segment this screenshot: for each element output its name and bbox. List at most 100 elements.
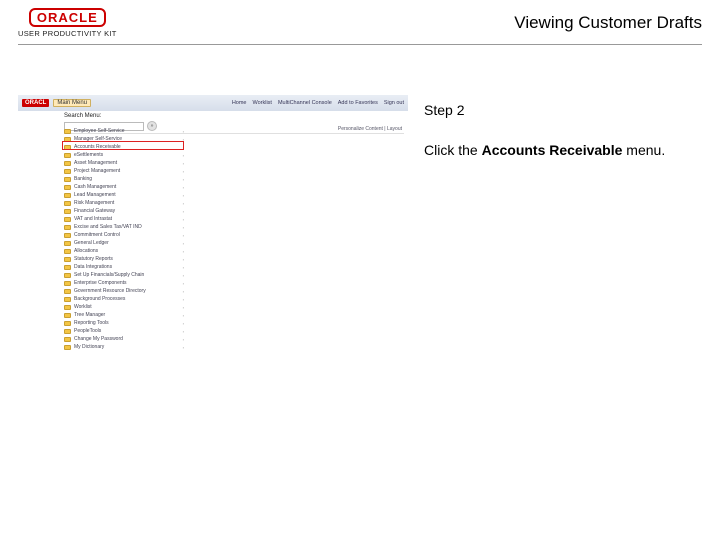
folder-icon: [64, 305, 71, 310]
folder-icon: [64, 233, 71, 238]
folder-icon: [64, 265, 71, 270]
menu-item[interactable]: eSettlements ›: [64, 151, 184, 159]
menu-item-label: Financial Gateway: [74, 208, 115, 214]
menu-item[interactable]: Commitment Control ›: [64, 231, 184, 239]
menu-item[interactable]: Worklist›: [64, 303, 184, 311]
folder-icon: [64, 209, 71, 214]
folder-icon: [64, 241, 71, 246]
menu-item[interactable]: My Dictionary ›: [64, 343, 184, 351]
menu-item[interactable]: Manager Self-Service›: [64, 135, 184, 143]
menu-item[interactable]: Enterprise Components›: [64, 279, 184, 287]
chevron-right-icon: ›: [183, 217, 184, 222]
oracle-logo-block: ORACLE USER PRODUCTIVITY KIT: [18, 8, 117, 38]
menu-item-label: Asset Management: [74, 160, 117, 166]
folder-icon: [64, 185, 71, 190]
menu-item[interactable]: General Ledger›: [64, 239, 184, 247]
menu-item[interactable]: Employee Self-Service›: [64, 127, 184, 135]
menu-item-label: Reporting Tools: [74, 320, 109, 326]
chevron-right-icon: ›: [183, 233, 184, 238]
menu-item-label: Background Processes: [74, 296, 125, 302]
menu-item[interactable]: Risk Management›: [64, 199, 184, 207]
oracle-logo: ORACLE: [29, 8, 106, 27]
menu-item[interactable]: Set Up Financials/Supply Chain›: [64, 271, 184, 279]
folder-icon: [64, 161, 71, 166]
chevron-right-icon: ›: [183, 297, 184, 302]
menu-item[interactable]: Asset Management ›: [64, 159, 184, 167]
folder-icon: [64, 297, 71, 302]
ss-menu-column: Employee Self-Service›Manager Self-Servi…: [64, 127, 184, 351]
menu-item-label: Worklist: [74, 304, 92, 310]
chevron-right-icon: ›: [183, 313, 184, 318]
chevron-right-icon: ›: [183, 193, 184, 198]
menu-item-label: Lead Management: [74, 192, 116, 198]
menu-item-label: My Dictionary: [74, 344, 104, 350]
menu-item-label: Statutory Reports: [74, 256, 113, 262]
chevron-right-icon: ›: [183, 177, 184, 182]
app-screenshot: ORACL Main Menu Home Worklist MultiChann…: [18, 95, 408, 365]
folder-icon: [64, 321, 71, 326]
folder-icon: [64, 337, 71, 342]
ss-logo: ORACL: [22, 99, 49, 107]
folder-icon: [64, 217, 71, 222]
nav-signout[interactable]: Sign out: [384, 100, 404, 106]
menu-item[interactable]: PeopleTools›: [64, 327, 184, 335]
menu-item[interactable]: Statutory Reports›: [64, 255, 184, 263]
menu-item[interactable]: Excise and Sales Tax/VAT IND›: [64, 223, 184, 231]
chevron-right-icon: ›: [183, 129, 184, 134]
menu-item-label: Allocations: [74, 248, 98, 254]
menu-item[interactable]: Banking ›: [64, 175, 184, 183]
menu-item-label: Accounts Receivable: [74, 144, 121, 150]
menu-item-label: Tree Manager: [74, 312, 105, 318]
chevron-right-icon: ›: [183, 321, 184, 326]
chevron-right-icon: ›: [183, 201, 184, 206]
menu-item[interactable]: Change My Password›: [64, 335, 184, 343]
folder-icon: [64, 225, 71, 230]
menu-item[interactable]: Data Integrations›: [64, 263, 184, 271]
menu-item[interactable]: Financial Gateway›: [64, 207, 184, 215]
menu-item-label: Banking: [74, 176, 92, 182]
menu-item[interactable]: Government Resource Directory›: [64, 287, 184, 295]
ss-personalize-link[interactable]: Personalize Content | Layout: [338, 126, 402, 132]
page-title: Viewing Customer Drafts: [514, 13, 702, 33]
chevron-right-icon: ›: [183, 345, 184, 350]
menu-item-label: Excise and Sales Tax/VAT IND: [74, 224, 142, 230]
folder-icon: [64, 329, 71, 334]
nav-worklist[interactable]: Worklist: [252, 100, 271, 106]
folder-icon: [64, 257, 71, 262]
chevron-right-icon: ›: [183, 241, 184, 246]
menu-item-label: Commitment Control: [74, 232, 120, 238]
menu-item[interactable]: VAT and Intrastat ›: [64, 215, 184, 223]
folder-icon: [64, 137, 71, 142]
nav-mcc[interactable]: MultiChannel Console: [278, 100, 332, 106]
menu-item[interactable]: Tree Manager ›: [64, 311, 184, 319]
menu-item-label: Manager Self-Service: [74, 136, 122, 142]
chevron-right-icon: ›: [183, 153, 184, 158]
chevron-right-icon: ›: [183, 161, 184, 166]
ss-main-menu-label[interactable]: Main Menu: [53, 99, 91, 107]
ss-nav-links: Home Worklist MultiChannel Console Add t…: [232, 100, 404, 106]
instruction-suffix: menu.: [622, 142, 665, 158]
folder-icon: [64, 201, 71, 206]
menu-item[interactable]: Background Processes ›: [64, 295, 184, 303]
menu-item[interactable]: Project Management›: [64, 167, 184, 175]
menu-item[interactable]: Cash Management ›: [64, 183, 184, 191]
menu-item-label: VAT and Intrastat: [74, 216, 112, 222]
chevron-right-icon: ›: [183, 145, 184, 150]
ss-top-nav: ORACL Main Menu Home Worklist MultiChann…: [18, 95, 408, 111]
ss-search-label: Search Menu:: [64, 113, 101, 119]
nav-favorites[interactable]: Add to Favorites: [338, 100, 378, 106]
menu-item[interactable]: Allocations›: [64, 247, 184, 255]
nav-home[interactable]: Home: [232, 100, 247, 106]
menu-item-label: eSettlements: [74, 152, 103, 158]
oracle-subtitle: USER PRODUCTIVITY KIT: [18, 29, 117, 38]
menu-item[interactable]: Lead Management ›: [64, 191, 184, 199]
chevron-right-icon: ›: [183, 185, 184, 190]
menu-item[interactable]: Accounts Receivable ›: [64, 143, 184, 151]
instruction-prefix: Click the: [424, 142, 482, 158]
ss-main-menu[interactable]: Main Menu: [53, 99, 91, 107]
menu-item[interactable]: Reporting Tools ›: [64, 319, 184, 327]
menu-item-label: Cash Management: [74, 184, 116, 190]
folder-icon: [64, 145, 71, 150]
folder-icon: [64, 249, 71, 254]
instruction-panel: Step 2 Click the Accounts Receivable men…: [424, 95, 702, 365]
